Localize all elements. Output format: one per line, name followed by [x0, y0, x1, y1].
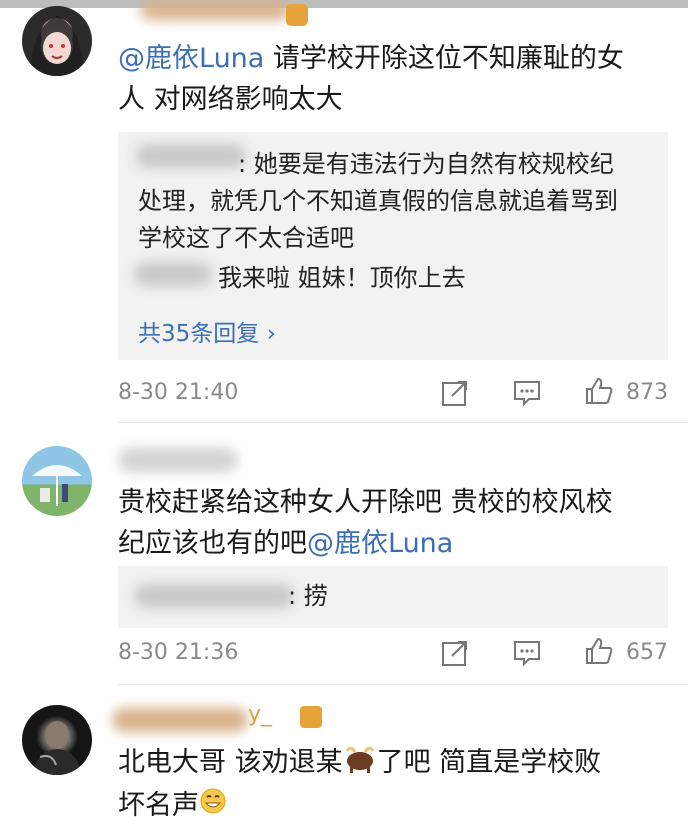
avatar[interactable]	[22, 446, 92, 516]
reply-text: 学校这了不太合适吧	[138, 224, 354, 252]
grin-emoji-icon	[199, 786, 227, 827]
share-icon[interactable]	[440, 378, 470, 408]
reply-username-redacted[interactable]	[134, 262, 212, 286]
view-replies-link[interactable]: 共35条回复 ›	[138, 314, 276, 348]
comment-divider	[118, 684, 688, 685]
vip-badge-icon	[286, 4, 308, 26]
reply-box: : 捞	[118, 566, 668, 628]
avatar[interactable]	[22, 705, 92, 775]
username-redacted[interactable]	[140, 0, 290, 20]
reply-text: : 她要是有违法行为自然有校规校纪	[238, 150, 614, 178]
bull-emoji-icon	[343, 743, 377, 785]
comment-item: @鹿依Luna 请学校开除这位不知廉耻的女 人 对网络影响太大 : 她要是有违法…	[0, 0, 688, 423]
username-redacted[interactable]	[112, 708, 248, 732]
person-avatar-icon	[32, 721, 82, 775]
like-icon[interactable]	[584, 636, 614, 666]
like-count: 873	[626, 380, 668, 405]
reply-text: 处理，就凭几个不知道真假的信息就追着骂到	[138, 187, 618, 215]
comment-divider	[118, 422, 688, 423]
mention-link[interactable]: @鹿依Luna	[307, 528, 453, 559]
reply-box: : 她要是有违法行为自然有校规校纪 处理，就凭几个不知道真假的信息就追着骂到 学…	[118, 132, 668, 360]
reply-text: 我来啦 姐妹！顶你上去	[218, 264, 466, 292]
vip-crown-icon	[300, 706, 322, 728]
mention-link[interactable]: @鹿依Luna	[118, 43, 264, 74]
reply-text: : 捞	[288, 582, 328, 610]
avatar[interactable]	[22, 6, 92, 76]
timestamp: 8-30 21:36	[118, 640, 239, 665]
like-icon[interactable]	[584, 376, 614, 406]
comment-text: @鹿依Luna 请学校开除这位不知廉耻的女 人 对网络影响太大	[118, 43, 624, 115]
timestamp: 8-30 21:40	[118, 380, 239, 405]
comment-icon[interactable]	[512, 638, 542, 668]
username-redacted[interactable]	[118, 448, 238, 472]
anime-avatar-icon	[30, 16, 84, 76]
comment-icon[interactable]	[512, 378, 542, 408]
like-count: 657	[626, 640, 668, 665]
reply-username-redacted[interactable]	[134, 584, 294, 608]
landscape-avatar-icon	[32, 465, 82, 506]
comment-text: 北电大哥 该劝退某 了吧 简直是学校败 坏名声	[118, 742, 668, 827]
username-suffix[interactable]: y_	[248, 702, 272, 727]
comment-text: 贵校赶紧给这种女人开除吧 贵校的校风校 纪应该也有的吧@鹿依Luna	[118, 487, 613, 559]
share-icon[interactable]	[440, 638, 470, 668]
reply-username-redacted[interactable]	[136, 144, 246, 168]
